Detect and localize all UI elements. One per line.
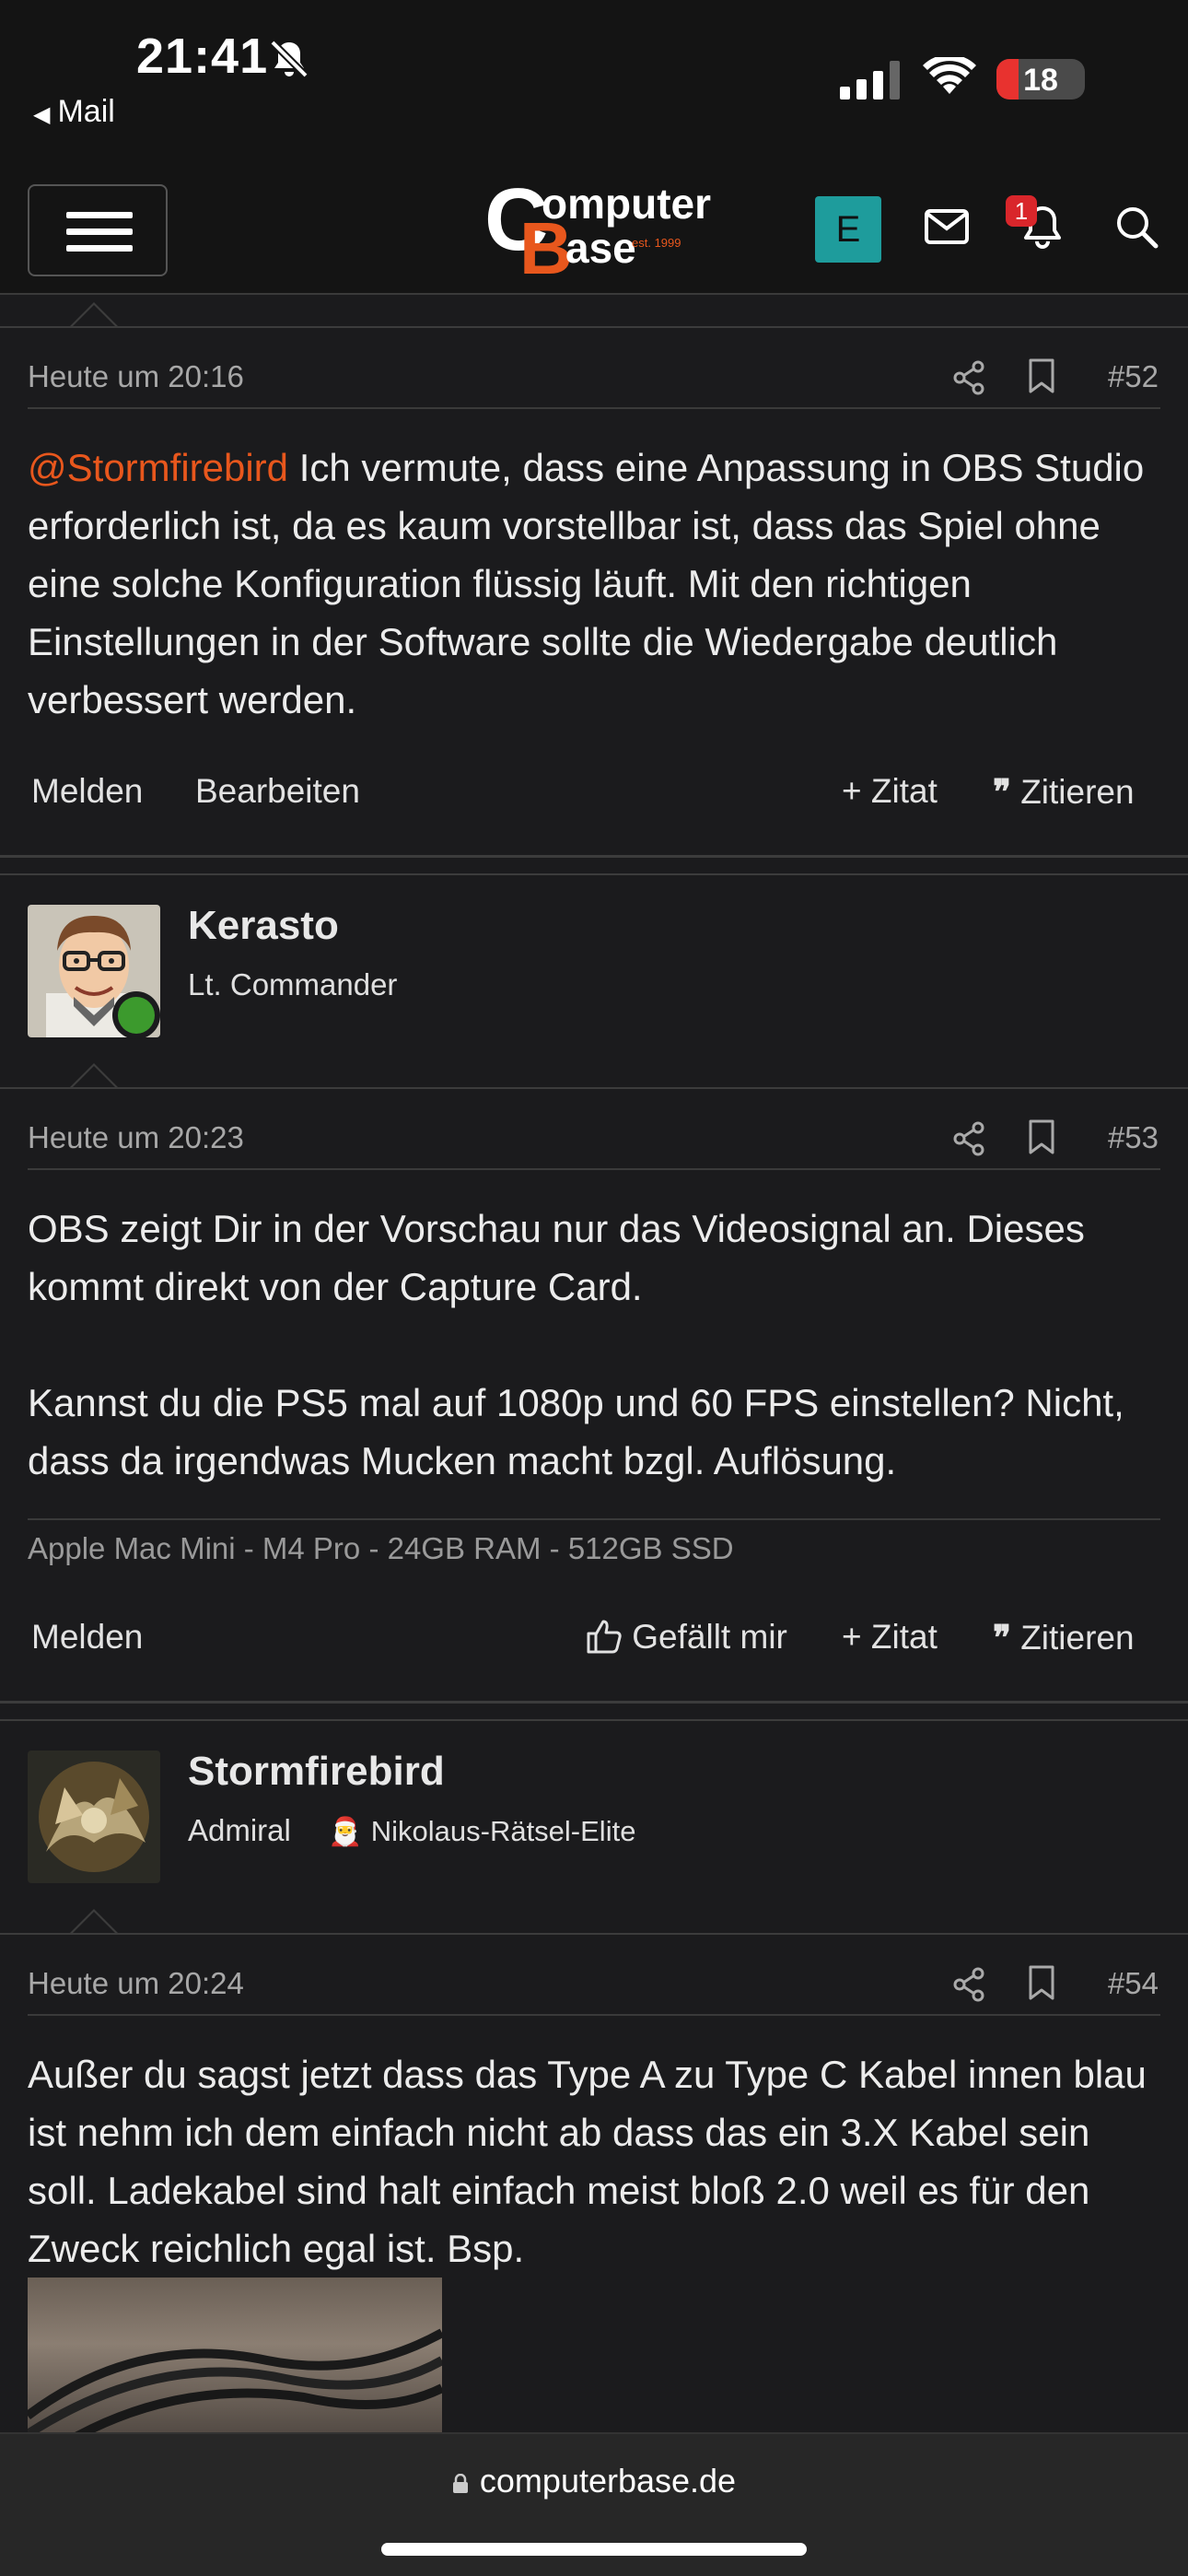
post-date[interactable]: Heute um 20:24 <box>28 1966 244 2001</box>
bookmark-icon[interactable] <box>1028 357 1055 394</box>
post-divider <box>0 855 1188 875</box>
menu-button[interactable] <box>28 184 168 276</box>
site-header: C B omputer ase est. 1999 E 1 <box>0 138 1188 295</box>
like-button[interactable]: Gefällt mir <box>586 1618 787 1657</box>
bookmark-icon[interactable] <box>1028 1118 1055 1155</box>
author-box: Stormfirebird Admiral 🎅 Nikolaus-Rätsel-… <box>0 1723 1188 1933</box>
share-icon[interactable] <box>952 359 985 396</box>
battery-level: 18 <box>1023 63 1058 98</box>
author-name[interactable]: Kerasto <box>188 903 339 949</box>
post-meta: Heute um 20:23 #53 <box>28 1106 1160 1170</box>
edit-button[interactable]: Bearbeiten <box>195 772 360 811</box>
post-number[interactable]: #53 <box>1108 1120 1159 1155</box>
post-caret <box>70 1909 118 1934</box>
post-meta: Heute um 20:24 #54 <box>28 1951 1160 2016</box>
address-bar[interactable]: computerbase.de <box>0 2462 1188 2500</box>
cellular-signal-icon <box>840 61 900 100</box>
author-rank-row: Admiral 🎅 Nikolaus-Rätsel-Elite <box>188 1813 635 1848</box>
add-quote-button[interactable]: + Zitat <box>842 1618 938 1657</box>
thumbs-up-icon <box>587 1620 622 1654</box>
post-actions: Melden Gefällt mir + Zitat ❞ Zitieren <box>28 1610 1160 1666</box>
post-signature: Apple Mac Mini - M4 Pro - 24GB RAM - 512… <box>28 1518 1160 1566</box>
post-meta: Heute um 20:16 #52 <box>28 345 1160 409</box>
search-icon[interactable] <box>1114 205 1159 249</box>
notification-badge: 1 <box>1006 195 1037 227</box>
share-icon[interactable] <box>952 1120 985 1157</box>
share-icon[interactable] <box>952 1966 985 2003</box>
lock-icon <box>452 2474 468 2493</box>
user-badge: Nikolaus-Rätsel-Elite <box>370 1815 636 1847</box>
quote-button[interactable]: ❞ Zitieren <box>993 1618 1135 1657</box>
bookmark-icon[interactable] <box>1028 1964 1055 2001</box>
back-arrow-icon: ◀ <box>33 102 51 127</box>
add-quote-button[interactable]: + Zitat <box>842 772 938 811</box>
user-mention-link[interactable]: @Stormfirebird <box>28 446 288 489</box>
post-actions: Melden Bearbeiten + Zitat ❞ Zitieren <box>28 765 1160 820</box>
status-bar: 21:41 ◀ Mail 18 <box>0 0 1188 138</box>
browser-bottom-bar: computerbase.de <box>0 2432 1188 2576</box>
status-time: 21:41 <box>136 29 269 84</box>
report-button[interactable]: Melden <box>31 772 143 811</box>
post-body: Außer du sagst jetzt dass das Type A zu … <box>28 2053 1147 2270</box>
author-rank: Lt. Commander <box>188 967 398 1001</box>
author-rank: Admiral <box>188 1813 291 1847</box>
silent-mode-icon <box>270 40 309 78</box>
back-to-app-link[interactable]: ◀ Mail <box>33 94 115 130</box>
report-button[interactable]: Melden <box>31 1618 143 1657</box>
post-body: OBS zeigt Dir in der Vorschau nur das Vi… <box>28 1200 1160 1490</box>
post-number[interactable]: #52 <box>1108 359 1159 394</box>
post-caret <box>70 302 118 327</box>
user-avatar-button[interactable]: E <box>815 196 881 263</box>
battery-indicator: 18 <box>996 59 1085 100</box>
online-status-icon <box>112 991 160 1039</box>
quote-icon: ❞ <box>993 1619 1011 1657</box>
post-body: @Stormfirebird Ich vermute, dass eine An… <box>28 439 1160 729</box>
plus-icon: + <box>842 1618 862 1656</box>
post-number[interactable]: #54 <box>1108 1966 1159 2001</box>
computerbase-logo[interactable]: C B omputer ase est. 1999 <box>484 170 711 289</box>
wifi-icon <box>923 57 976 94</box>
mail-icon[interactable] <box>925 208 969 245</box>
quote-button[interactable]: ❞ Zitieren <box>993 772 1135 812</box>
post-date[interactable]: Heute um 20:16 <box>28 359 244 394</box>
back-app-label: Mail <box>57 94 115 129</box>
post-date[interactable]: Heute um 20:23 <box>28 1120 244 1155</box>
post-paragraph: OBS zeigt Dir in der Vorschau nur das Vi… <box>28 1207 1085 1308</box>
url-text: computerbase.de <box>479 2462 737 2500</box>
post-attachment-image[interactable] <box>28 2277 442 2443</box>
author-box: Kerasto Lt. Commander <box>0 877 1188 1087</box>
quote-icon: ❞ <box>993 773 1011 811</box>
author-name[interactable]: Stormfirebird <box>188 1749 445 1795</box>
post-divider <box>0 1701 1188 1721</box>
santa-icon: 🎅 <box>328 1817 363 1847</box>
avatar[interactable] <box>28 1751 160 1883</box>
post-paragraph: Kannst du die PS5 mal auf 1080p und 60 F… <box>28 1381 1124 1482</box>
plus-icon: + <box>842 772 862 810</box>
post-caret <box>70 1063 118 1088</box>
menu-icon <box>66 212 133 218</box>
home-indicator[interactable] <box>381 2543 807 2556</box>
